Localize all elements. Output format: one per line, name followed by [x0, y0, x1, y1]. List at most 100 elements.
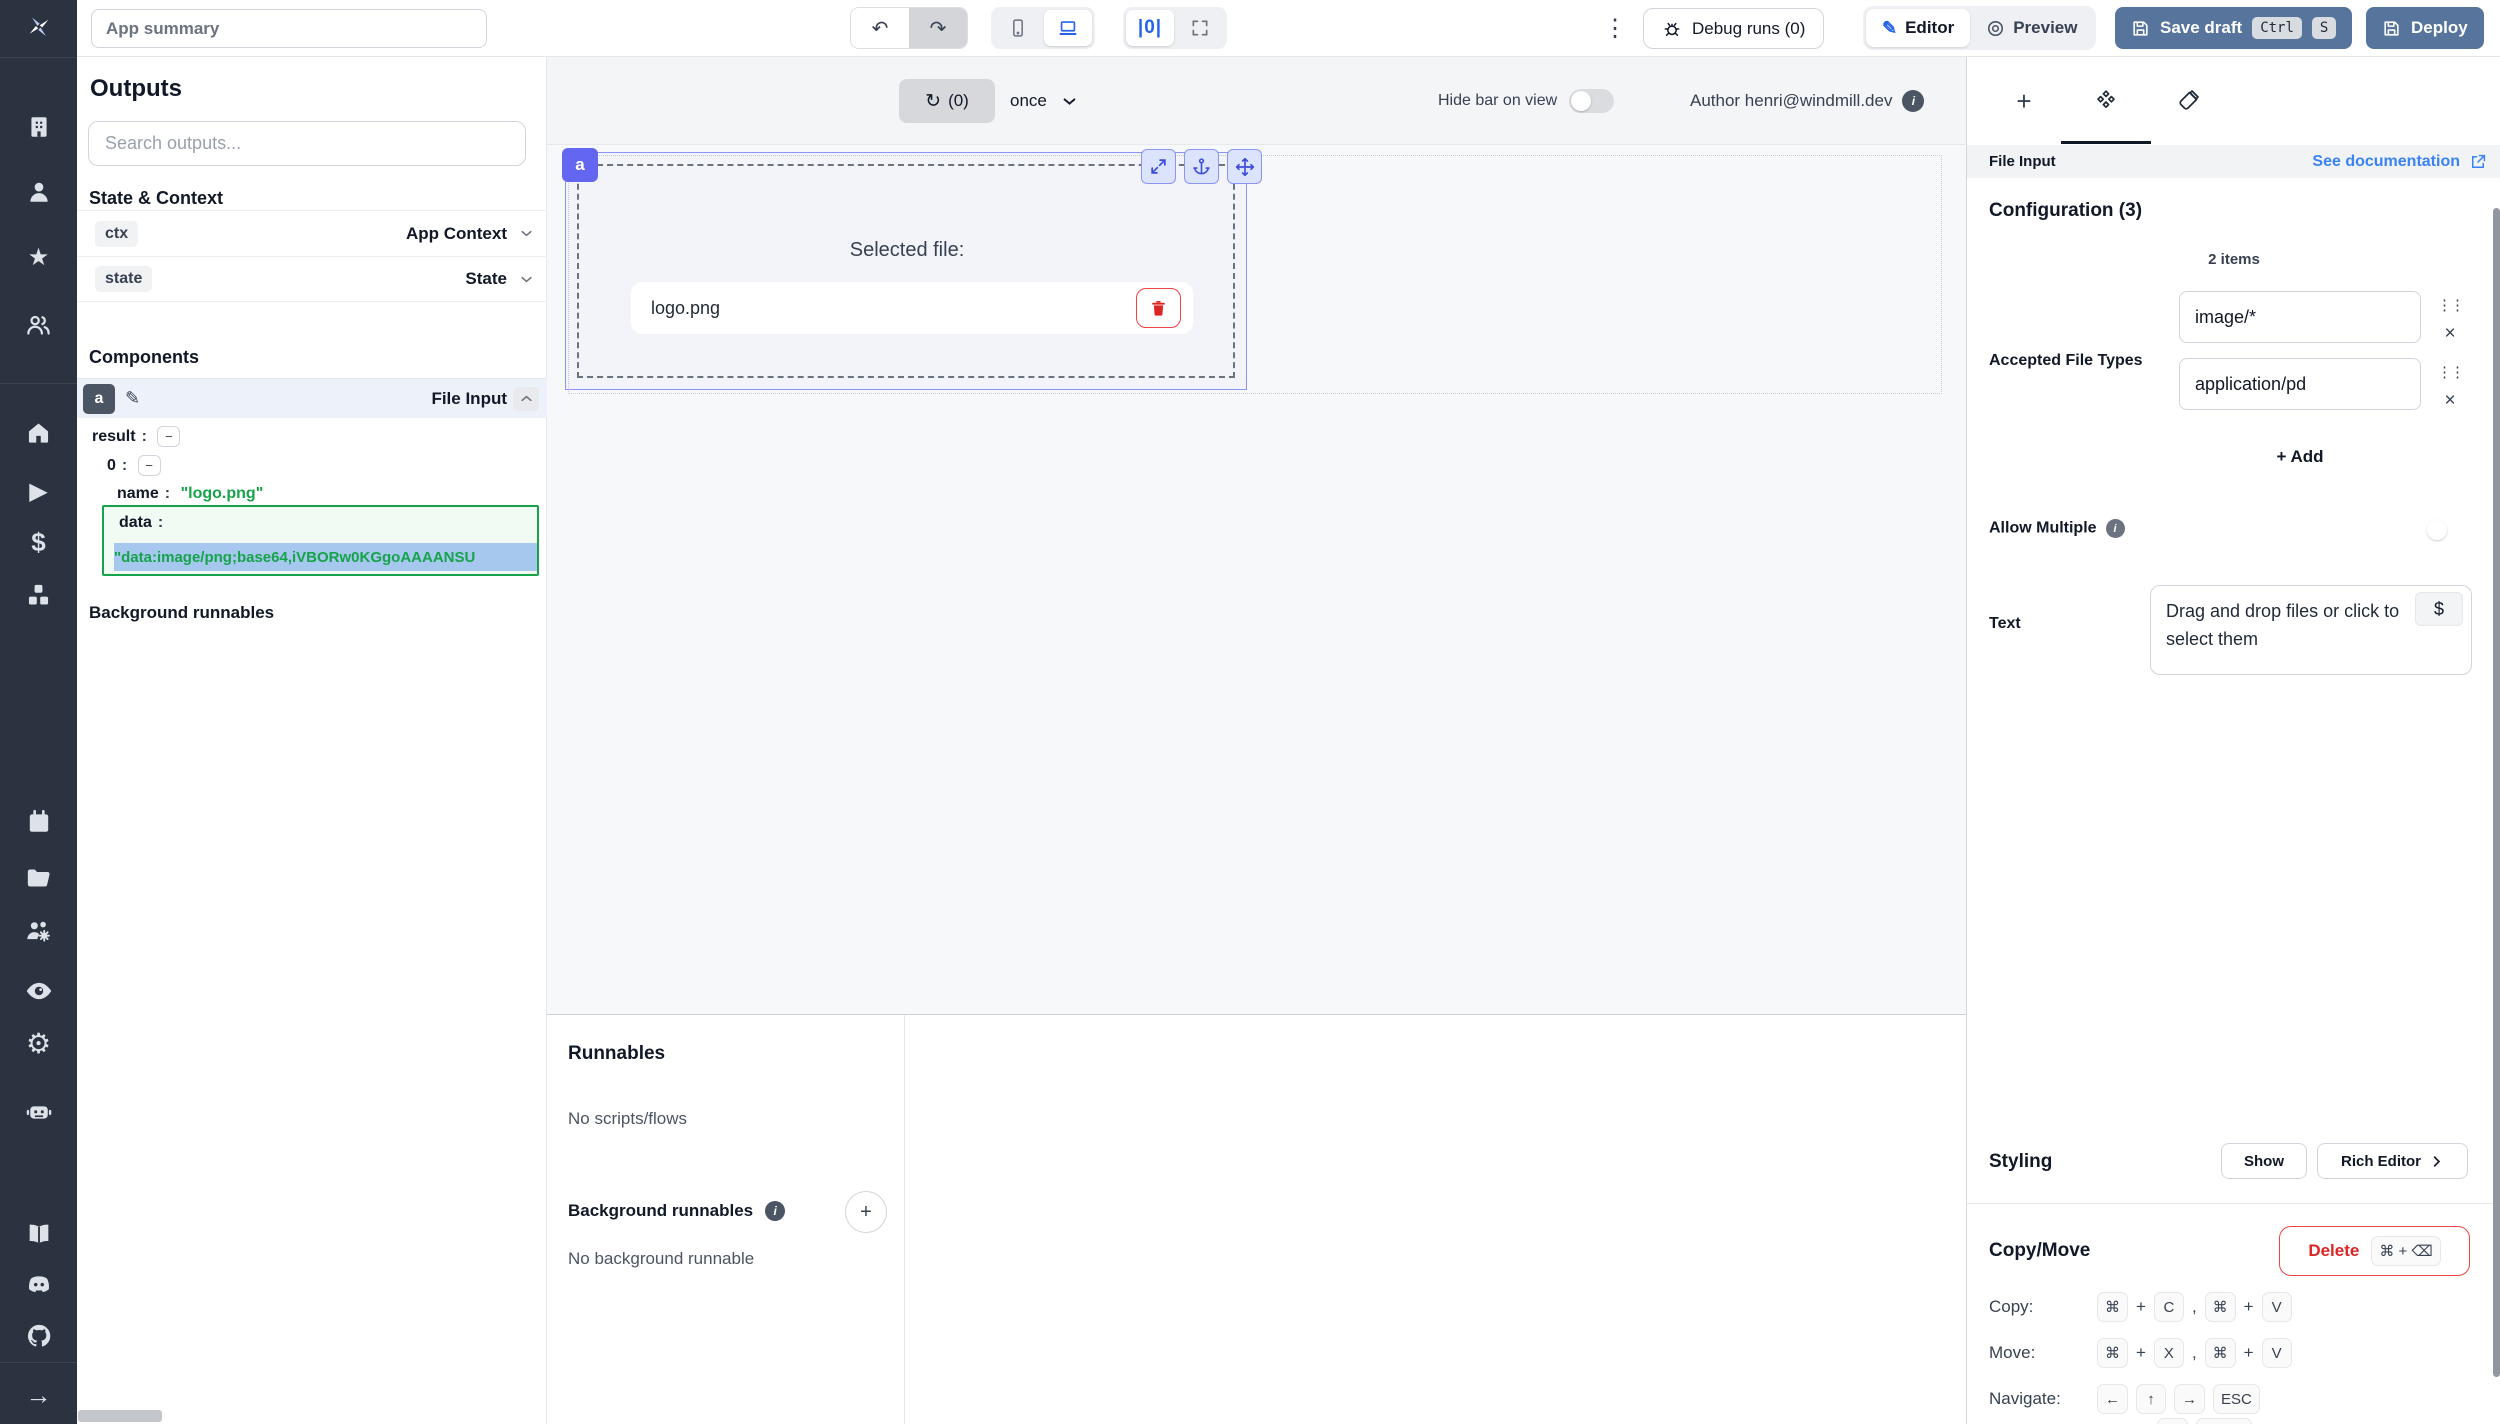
delete-component-button[interactable]: Delete ⌘ + ⌫: [2279, 1226, 2470, 1276]
remove-type-0-icon[interactable]: ×: [2439, 323, 2461, 345]
data-tree-highlight-box[interactable]: data: "data:image/png;base64,iVBORw0KGgo…: [102, 505, 539, 576]
tab-component-settings-icon[interactable]: [2061, 75, 2151, 127]
state-context-title: State & Context: [89, 188, 223, 209]
redo-button[interactable]: ↷: [909, 8, 967, 48]
add-accepted-type-button[interactable]: + Add: [2179, 447, 2421, 467]
accepted-type-input-1[interactable]: [2179, 358, 2421, 410]
github-icon[interactable]: [25, 1322, 53, 1350]
variables-dollar-icon[interactable]: $: [25, 528, 53, 556]
canvas-align-group: |0|: [1123, 7, 1227, 49]
windmill-logo-icon[interactable]: [25, 12, 53, 40]
mobile-view-button[interactable]: [994, 10, 1042, 46]
refresh-app-button[interactable]: ↻ (0): [899, 79, 995, 123]
save-draft-button[interactable]: Save draft Ctrl S: [2115, 7, 2352, 49]
expand-component-icon[interactable]: [1141, 149, 1176, 184]
component-tag[interactable]: a: [562, 148, 598, 182]
remove-type-1-icon[interactable]: ×: [2439, 390, 2461, 412]
anchor-component-icon[interactable]: [1184, 149, 1219, 184]
app-summary-input[interactable]: [91, 9, 487, 48]
kbd-s: S: [2312, 17, 2336, 39]
accepted-type-input-0[interactable]: [2179, 291, 2421, 343]
styling-show-button[interactable]: Show: [2221, 1143, 2307, 1179]
home-icon[interactable]: [25, 418, 53, 446]
section-divider: [1967, 1203, 2500, 1204]
docs-book-icon[interactable]: [25, 1220, 53, 1248]
collapse-index-button[interactable]: −: [138, 455, 161, 476]
refresh-icon: ↻: [925, 90, 941, 113]
workspace-building-icon[interactable]: [25, 113, 53, 141]
index-tree-row: 0: −: [107, 455, 161, 476]
state-badge: state: [95, 266, 152, 292]
info-icon[interactable]: i: [1902, 90, 1924, 112]
center-canvas-button[interactable]: |0|: [1126, 10, 1174, 46]
file-input-component[interactable]: a Selected file: logo.png: [565, 152, 1247, 390]
chevron-down-icon: [1061, 93, 1078, 110]
rich-editor-button[interactable]: Rich Editor: [2317, 1143, 2468, 1179]
info-icon[interactable]: i: [765, 1201, 785, 1221]
horizontal-scrollbar[interactable]: [78, 1410, 162, 1422]
schedules-calendar-icon[interactable]: [25, 808, 53, 836]
ctx-type-label: App Context: [406, 224, 507, 244]
output-row-ctx[interactable]: ctx App Context: [77, 210, 547, 256]
styling-title: Styling: [1989, 1151, 2052, 1173]
desktop-view-button[interactable]: [1044, 10, 1092, 46]
tab-styling-brush-icon[interactable]: [2143, 75, 2233, 127]
settings-gear-icon[interactable]: ⚙: [25, 1030, 53, 1058]
chevron-down-icon[interactable]: [513, 222, 539, 246]
component-inner-boundary: [577, 164, 1235, 378]
text-field-wrap: Drag and drop files or click to select t…: [2150, 585, 2472, 675]
name-tree-row: name: "logo.png": [117, 485, 263, 503]
selected-file-label: Selected file:: [566, 239, 1248, 262]
chevron-down-icon[interactable]: [513, 267, 539, 291]
result-tree-row: result: −: [92, 426, 180, 447]
connect-dollar-button[interactable]: $: [2415, 592, 2463, 626]
folders-icon[interactable]: [25, 864, 53, 892]
active-tab-underline: [2061, 141, 2151, 144]
clipped-shortcut-row: ⌘ ESC: [1989, 1418, 2252, 1424]
add-background-runnable-button[interactable]: +: [845, 1191, 887, 1233]
remove-file-button[interactable]: [1136, 288, 1181, 328]
runs-play-icon[interactable]: ▶: [25, 478, 53, 506]
audit-eye-icon[interactable]: [25, 977, 53, 1005]
component-type-header: File Input See documentation: [1967, 145, 2500, 178]
see-documentation-link[interactable]: See documentation: [2312, 153, 2487, 171]
kbd-ctrl: Ctrl: [2252, 17, 2302, 39]
editor-preview-toggle: ✎ Editor Preview: [1863, 6, 2096, 50]
save-icon: [2382, 19, 2401, 38]
drag-handle-icon[interactable]: ⋮⋮: [2437, 298, 2461, 313]
rename-pencil-icon[interactable]: ✎: [125, 388, 140, 409]
groups-users-gear-icon[interactable]: [25, 917, 53, 945]
debug-runs-button[interactable]: Debug runs (0): [1643, 8, 1824, 49]
drag-handle-icon[interactable]: ⋮⋮: [2437, 365, 2461, 380]
expand-sidebar-arrow-icon[interactable]: →: [25, 1381, 53, 1409]
chevron-up-icon[interactable]: [513, 387, 539, 411]
tab-preview[interactable]: Preview: [1970, 9, 2093, 47]
users-group-icon[interactable]: [25, 310, 53, 338]
recompute-policy-dropdown[interactable]: once: [1010, 79, 1078, 123]
undo-button[interactable]: ↶: [851, 8, 909, 48]
output-row-state[interactable]: state State: [77, 256, 547, 302]
components-title: Components: [89, 347, 199, 368]
workers-robot-icon[interactable]: [25, 1097, 53, 1125]
no-scripts-label: No scripts/flows: [568, 1109, 687, 1129]
search-outputs-input[interactable]: [88, 121, 526, 166]
save-icon: [2131, 19, 2150, 38]
tab-insert-plus-icon[interactable]: +: [1979, 75, 2069, 127]
more-options-kebab-icon[interactable]: ⋮: [1603, 14, 1627, 43]
component-row-a[interactable]: a ✎ File Input: [77, 378, 547, 418]
collapse-result-button[interactable]: −: [157, 426, 180, 447]
info-icon[interactable]: i: [2106, 519, 2125, 538]
deploy-button[interactable]: Deploy: [2366, 7, 2484, 49]
canvas-toolbar: ↻ (0) once Hide bar on view Author henri…: [547, 57, 1966, 145]
hide-bar-toggle[interactable]: [1569, 89, 1614, 113]
vertical-scrollbar[interactable]: [2493, 208, 2500, 1377]
favorites-star-icon[interactable]: ★: [25, 244, 53, 272]
tab-editor[interactable]: ✎ Editor: [1866, 9, 1970, 47]
top-header: ↶ ↷ |0| ⋮ Debug runs (0) ✎ Editor: [77, 0, 2500, 57]
move-component-icon[interactable]: [1227, 149, 1262, 184]
discord-icon[interactable]: [25, 1270, 53, 1298]
resources-cubes-icon[interactable]: [25, 581, 53, 609]
user-icon[interactable]: [25, 178, 53, 206]
navigate-shortcut-row: Navigate: ← ↑ → ESC: [1989, 1384, 2260, 1414]
full-width-canvas-button[interactable]: [1176, 10, 1224, 46]
